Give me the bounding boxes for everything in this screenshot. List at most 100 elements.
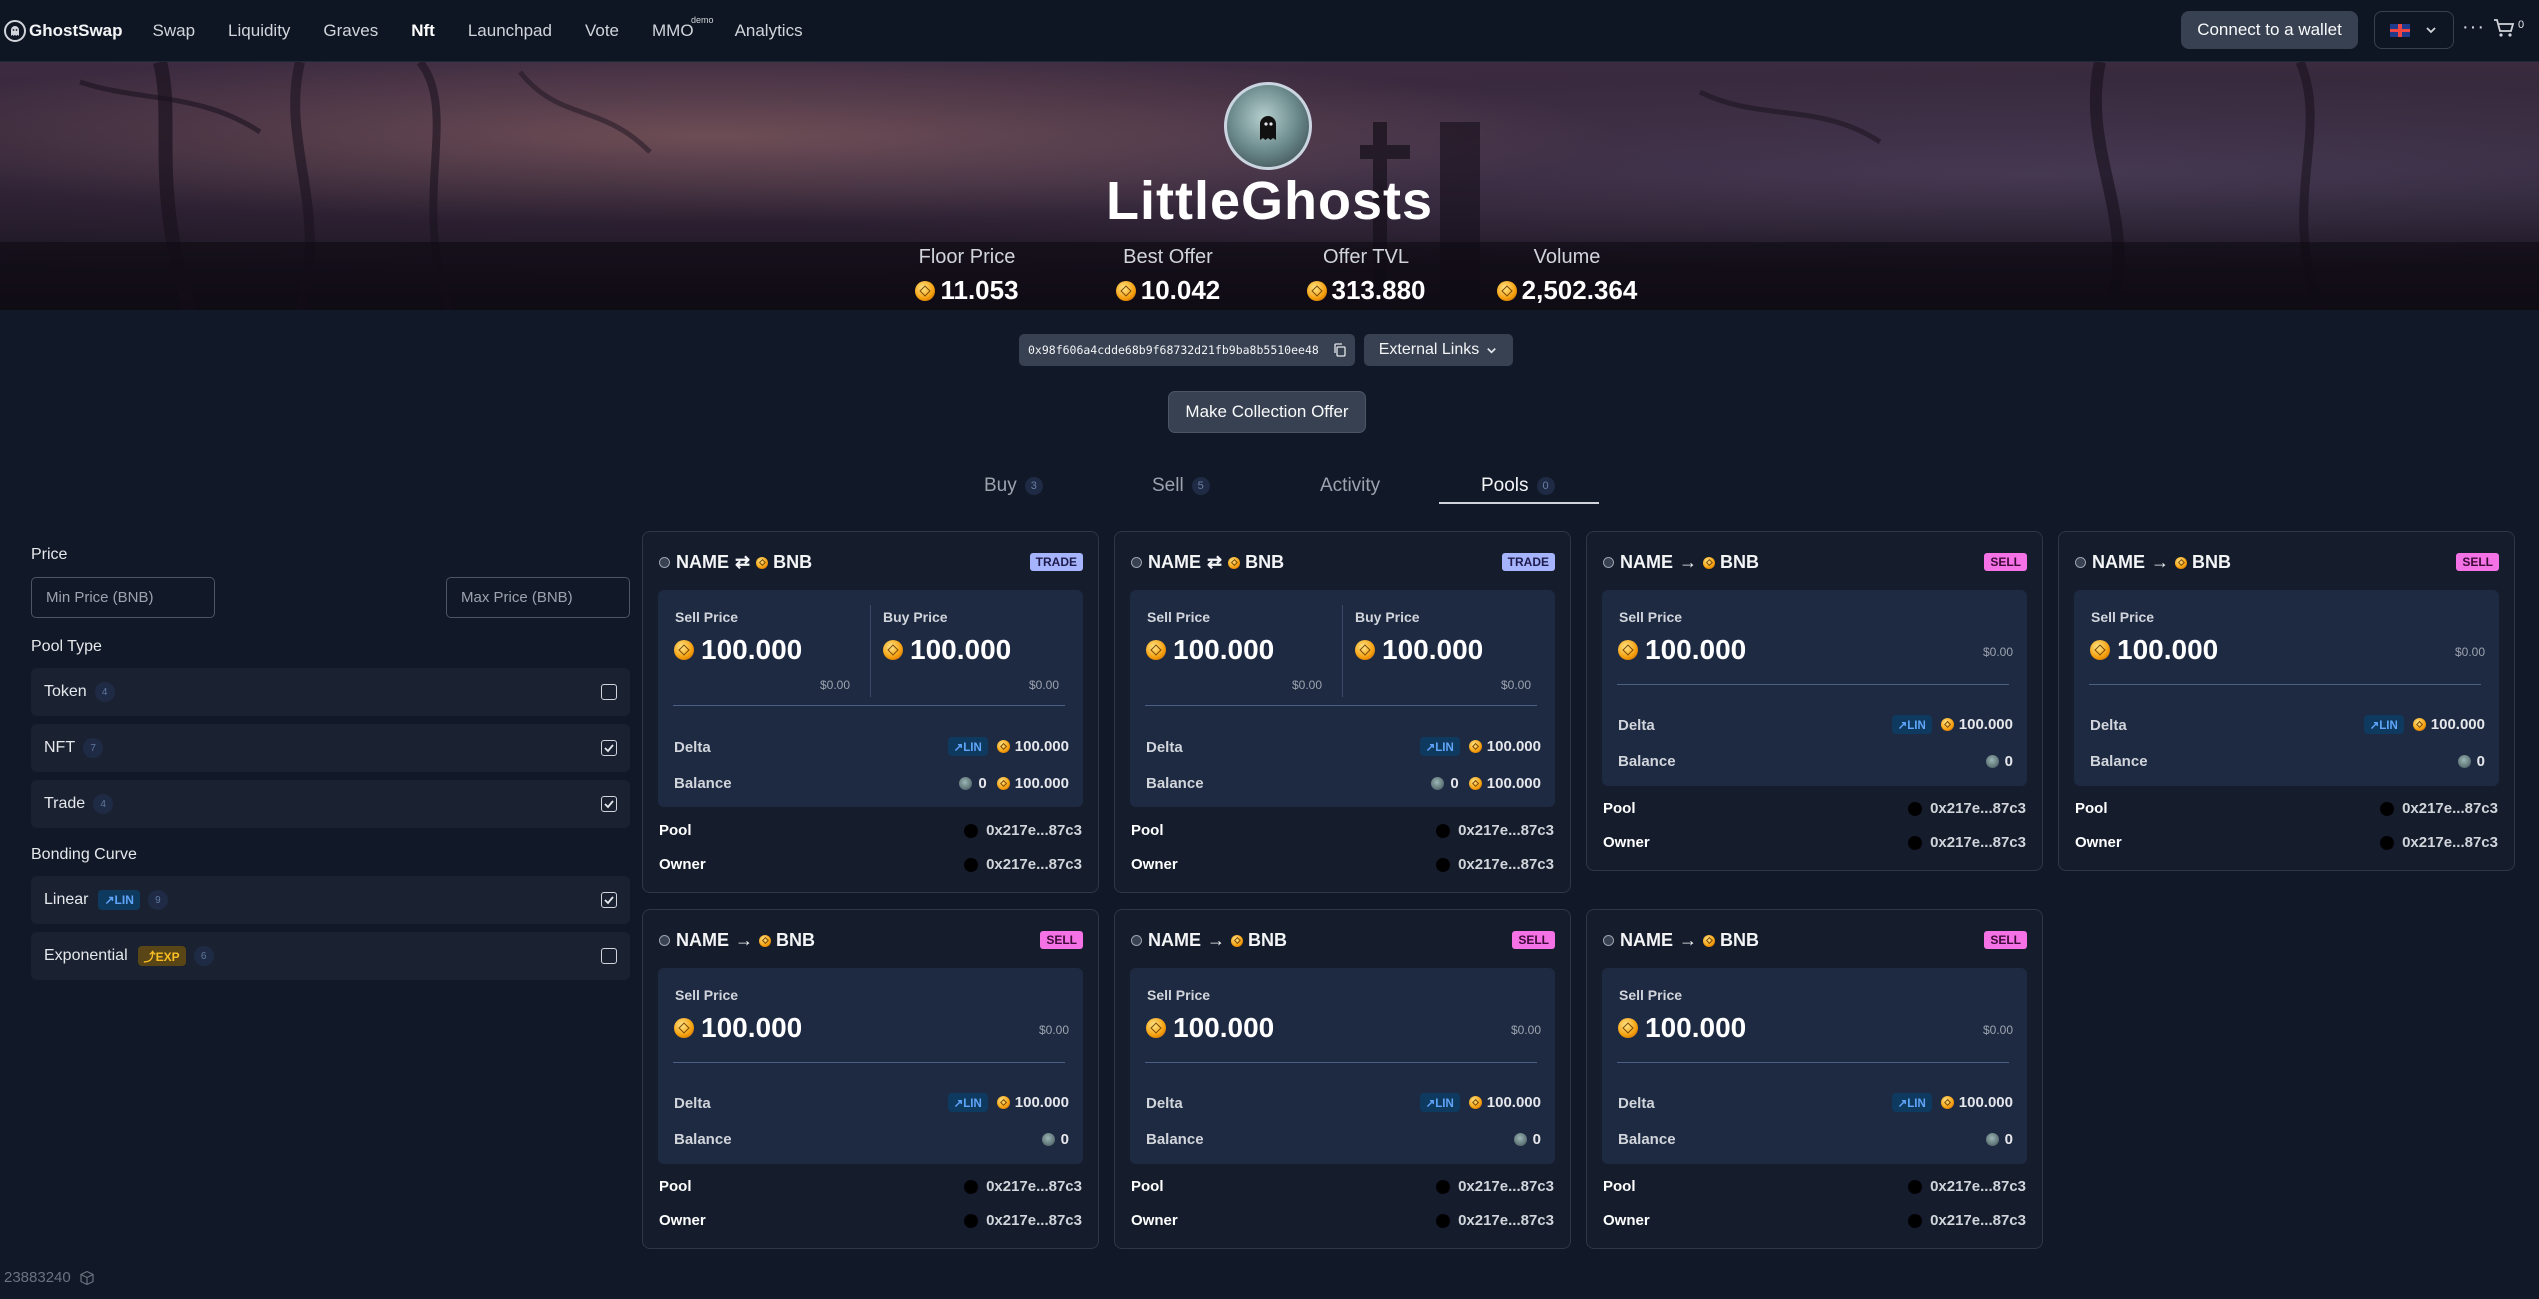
pool-address[interactable]: 0x217e...87c3 (1908, 1178, 2026, 1195)
owner-address[interactable]: 0x217e...87c3 (964, 856, 1082, 873)
logo[interactable]: GhostSwap (4, 19, 123, 42)
nav-liquidity[interactable]: Liquidity (228, 21, 290, 41)
balance-label: Balance (1618, 753, 1676, 770)
delta-value: ↗LIN 100.000 (1419, 737, 1541, 756)
filter-exponential[interactable]: Exponential ⤴EXP 6 (31, 932, 630, 980)
pool-card[interactable]: NAME ⇄ BNB TRADE Sell Price 100.000 $0.0… (642, 531, 1099, 893)
pool-avatar-icon (1436, 823, 1451, 838)
owner-address-text: 0x217e...87c3 (1458, 856, 1554, 873)
lin-badge: ↗LIN (2363, 715, 2404, 734)
pool-type-badge: SELL (1984, 931, 2027, 949)
check-icon (604, 744, 614, 753)
pool-address-text: 0x217e...87c3 (1458, 822, 1554, 839)
filter-linear[interactable]: Linear ↗LIN 9 (31, 876, 630, 924)
owner-address[interactable]: 0x217e...87c3 (1436, 1212, 1554, 1229)
bnb-coin-icon (996, 1096, 1010, 1109)
delta-number: 100.000 (1958, 716, 2013, 733)
pool-avatar-icon (1908, 1179, 1923, 1194)
filter-token[interactable]: Token 4 (31, 668, 630, 716)
tab-sell[interactable]: Sell 5 (1152, 468, 1210, 504)
pool-address-text: 0x217e...87c3 (1458, 1178, 1554, 1195)
stat-label: Offer TVL (1323, 246, 1409, 268)
nav-nft[interactable]: Nft (411, 21, 435, 41)
pool-avatar-icon (2380, 801, 2395, 816)
ghost-avatar-icon (1260, 116, 1276, 140)
cart-button[interactable]: 0 (2492, 16, 2532, 44)
collection-title: LittleGhosts (1105, 171, 1433, 231)
check-icon (604, 896, 614, 905)
owner-address[interactable]: 0x217e...87c3 (1908, 1212, 2026, 1229)
make-collection-offer-button[interactable]: Make Collection Offer (1168, 391, 1366, 433)
sell-price-usd: $0.00 (1292, 678, 1323, 692)
language-selector[interactable] (2374, 11, 2454, 49)
pool-address[interactable]: 0x217e...87c3 (2380, 800, 2498, 817)
connect-wallet-button[interactable]: Connect to a wallet (2181, 11, 2358, 49)
linear-checkbox[interactable] (601, 892, 617, 908)
bnb-coin-icon (1468, 1096, 1482, 1109)
tab-activity[interactable]: Activity (1320, 468, 1380, 504)
owner-address[interactable]: 0x217e...87c3 (964, 1212, 1082, 1229)
pool-address[interactable]: 0x217e...87c3 (1436, 1178, 1554, 1195)
pair-token: BNB (1720, 552, 1759, 572)
delta-label: Delta (2090, 717, 2127, 734)
pool-card[interactable]: NAME → BNB SELL Sell Price 100.000 $0.00… (1586, 531, 2043, 871)
sell-price-label: Sell Price (1147, 987, 1211, 1003)
pool-label: Pool (1603, 1178, 1636, 1195)
balance-token: 100.000 (1014, 775, 1069, 792)
balance-label: Balance (674, 775, 732, 792)
pool-pair: NAME → BNB (1603, 552, 1759, 573)
nav-swap[interactable]: Swap (153, 21, 196, 41)
nav-analytics[interactable]: Analytics (735, 21, 803, 41)
contract-address[interactable]: 0x98f606a4cdde68b9f68732d21fb9ba8b5510ee… (1019, 334, 1355, 366)
tab-buy[interactable]: Buy 3 (984, 468, 1043, 504)
sell-price-value: 100.000 (1618, 1012, 1746, 1044)
pool-address-text: 0x217e...87c3 (986, 822, 1082, 839)
pool-label: Pool (2075, 800, 2108, 817)
contract-address-text: 0x98f606a4cdde68b9f68732d21fb9ba8b5510ee… (1028, 343, 1319, 357)
sell-price-number: 100.000 (1645, 1012, 1747, 1043)
nav-vote[interactable]: Vote (585, 21, 619, 41)
pool-address[interactable]: 0x217e...87c3 (964, 1178, 1082, 1195)
pool-card[interactable]: NAME ⇄ BNB TRADE Sell Price 100.000 $0.0… (1114, 531, 1571, 893)
pool-address[interactable]: 0x217e...87c3 (1436, 822, 1554, 839)
pair-token: BNB (776, 930, 815, 950)
external-links-button[interactable]: External Links (1364, 334, 1513, 366)
pool-card[interactable]: NAME → BNB SELL Sell Price 100.000 $0.00… (1586, 909, 2043, 1249)
nft-token-icon (1603, 935, 1614, 946)
owner-address[interactable]: 0x217e...87c3 (1436, 856, 1554, 873)
balance-nft: 0 (2004, 1131, 2013, 1148)
pool-card[interactable]: NAME → BNB SELL Sell Price 100.000 $0.00… (2058, 531, 2515, 871)
min-price-input[interactable] (31, 577, 215, 618)
pool-type-label: Pool Type (31, 638, 102, 655)
nav-launchpad[interactable]: Launchpad (468, 21, 552, 41)
pool-address[interactable]: 0x217e...87c3 (964, 822, 1082, 839)
nav-graves[interactable]: Graves (323, 21, 378, 41)
delta-value: ↗LIN 100.000 (1891, 1093, 2013, 1112)
copy-icon[interactable] (1332, 342, 1348, 358)
token-checkbox[interactable] (601, 684, 617, 700)
trade-checkbox[interactable] (601, 796, 617, 812)
exponential-checkbox[interactable] (601, 948, 617, 964)
top-navbar: GhostSwap Swap Liquidity Graves Nft Laun… (0, 0, 2539, 62)
filter-trade[interactable]: Trade 4 (31, 780, 630, 828)
owner-address[interactable]: 0x217e...87c3 (1908, 834, 2026, 851)
pool-card[interactable]: NAME → BNB SELL Sell Price 100.000 $0.00… (1114, 909, 1571, 1249)
nft-token-icon (959, 777, 973, 790)
more-menu-button[interactable]: ··· (2462, 16, 2485, 39)
pool-card[interactable]: NAME → BNB SELL Sell Price 100.000 $0.00… (642, 909, 1099, 1249)
owner-address[interactable]: 0x217e...87c3 (2380, 834, 2498, 851)
sell-price-value: 100.000 (674, 634, 802, 666)
nft-checkbox[interactable] (601, 740, 617, 756)
pool-address[interactable]: 0x217e...87c3 (1908, 800, 2026, 817)
nft-token-icon (2457, 755, 2471, 768)
max-price-input[interactable] (446, 577, 630, 618)
delta-label: Delta (1618, 1095, 1655, 1112)
filter-nft[interactable]: NFT 7 (31, 724, 630, 772)
nft-token-icon (2075, 557, 2086, 568)
block-number-indicator[interactable]: 23883240 (4, 1269, 95, 1286)
arrow-right-icon: → (1679, 930, 1697, 950)
tab-pools[interactable]: Pools 0 (1481, 468, 1555, 504)
nav-mmo[interactable]: MMO demo (652, 15, 714, 41)
balance-nft: 0 (1060, 1131, 1069, 1148)
swap-arrows-icon: ⇄ (1207, 552, 1223, 572)
